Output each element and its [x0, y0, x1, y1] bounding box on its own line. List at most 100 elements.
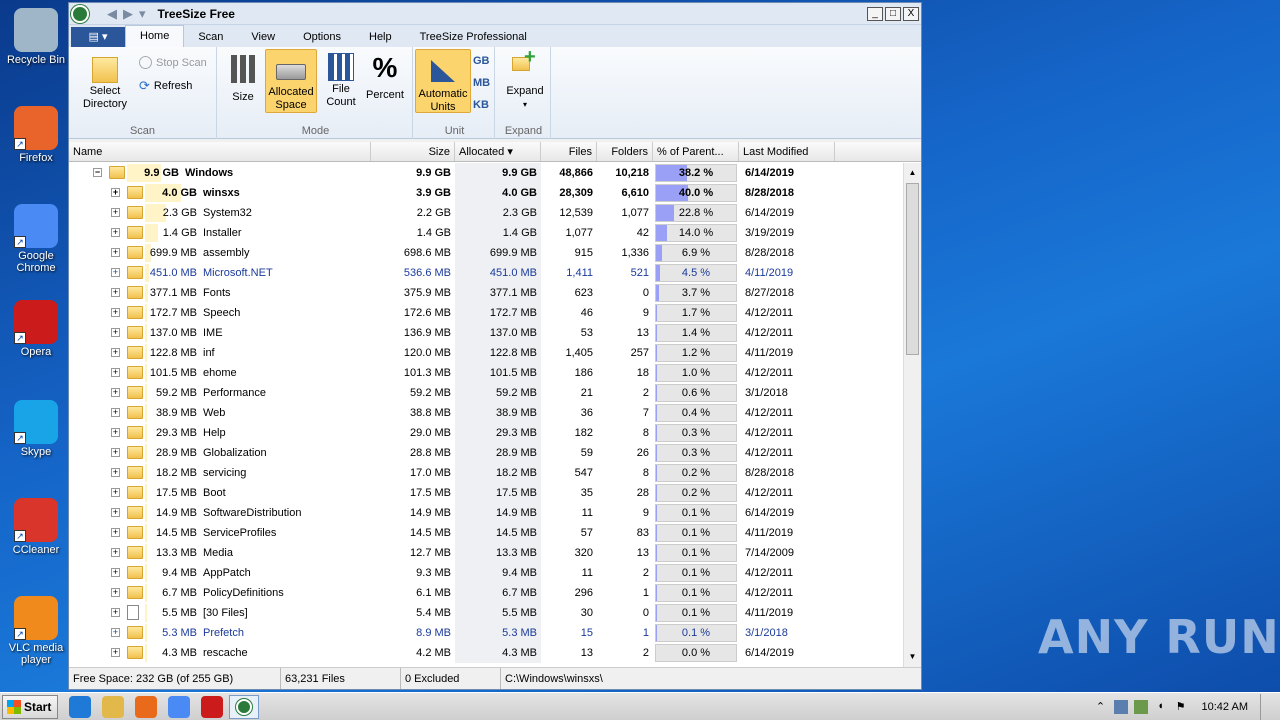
kb-unit-button[interactable]: KB	[473, 99, 489, 111]
flag-icon[interactable]: ⚑	[1174, 700, 1188, 714]
desktop-icon-skype[interactable]: ↗ Skype	[6, 400, 66, 458]
quick-access-arrows-icon[interactable]: ◀▶▾	[107, 6, 152, 22]
expand-icon[interactable]: +	[111, 628, 120, 637]
table-row[interactable]: +5.3 MB Prefetch 8.9 MB 5.3 MB 15 1 0.1 % 3/1/2…	[69, 623, 903, 643]
clock[interactable]: 10:42 AM	[1202, 701, 1248, 713]
tab-view[interactable]: View	[237, 27, 289, 47]
expand-icon[interactable]: +	[111, 448, 120, 457]
expand-icon[interactable]: +	[111, 348, 120, 357]
percent-mode-button[interactable]: % Percent	[363, 53, 407, 102]
automatic-units-button[interactable]: Automatic Units	[415, 49, 471, 113]
table-row[interactable]: +14.9 MB SoftwareDistribution 14.9 MB 14.9 …	[69, 503, 903, 523]
expand-icon[interactable]: +	[111, 428, 120, 437]
expand-icon[interactable]: +	[111, 288, 120, 297]
minimize-button[interactable]: _	[867, 6, 883, 21]
explorer-icon[interactable]	[102, 695, 124, 718]
table-row[interactable]: +6.7 MB PolicyDefinitions 6.1 MB 6.7 MB 296 1…	[69, 583, 903, 603]
table-row[interactable]: +17.5 MB Boot 17.5 MB 17.5 MB 35 28 0.2 % 4/12/…	[69, 483, 903, 503]
show-desktop-button[interactable]	[1260, 693, 1272, 720]
file-menu-button[interactable]: ▤ ▾	[71, 27, 125, 47]
desktop-icon-opera[interactable]: ↗ Opera	[6, 300, 66, 358]
table-row[interactable]: +29.3 MB Help 29.0 MB 29.3 MB 182 8 0.3 % 4/12/…	[69, 423, 903, 443]
show-hidden-icons-icon[interactable]: ⌃	[1094, 700, 1108, 714]
table-row[interactable]: +699.9 MB assembly 698.6 MB 699.9 MB 915 1,33…	[69, 243, 903, 263]
expand-icon[interactable]: +	[111, 208, 120, 217]
expand-icon[interactable]: +	[111, 268, 120, 277]
column-size[interactable]: Size	[371, 142, 455, 161]
expand-icon[interactable]: +	[111, 328, 120, 337]
treesize-app-icon[interactable]	[71, 4, 89, 23]
column-percent-of-parent[interactable]: % of Parent...	[653, 142, 739, 161]
table-row[interactable]: +28.9 MB Globalization 28.8 MB 28.9 MB 59 26 0…	[69, 443, 903, 463]
media-player-icon[interactable]	[135, 695, 157, 718]
maximize-button[interactable]: □	[885, 6, 901, 21]
expand-icon[interactable]: +	[111, 508, 120, 517]
table-row[interactable]: +9.4 MB AppPatch 9.3 MB 9.4 MB 11 2 0.1 % 4/12/…	[69, 563, 903, 583]
table-row[interactable]: +38.9 MB Web 38.8 MB 38.9 MB 36 7 0.4 % 4/12/20…	[69, 403, 903, 423]
scroll-down-icon[interactable]: ▼	[906, 649, 919, 665]
taskbar-treesize-button[interactable]	[229, 694, 259, 719]
expand-icon[interactable]: +	[111, 608, 120, 617]
table-row[interactable]: +122.8 MB inf 120.0 MB 122.8 MB 1,405 257 1.2 …	[69, 343, 903, 363]
expand-icon[interactable]: +	[111, 488, 120, 497]
expand-icon[interactable]: +	[111, 528, 120, 537]
opera-icon[interactable]	[201, 695, 223, 718]
expand-icon[interactable]: +	[111, 228, 120, 237]
scroll-thumb[interactable]	[906, 183, 919, 355]
tab-home[interactable]: Home	[125, 25, 185, 47]
table-row[interactable]: +5.5 MB [30 Files] 5.4 MB 5.5 MB 30 0 0.1 % 4/1…	[69, 603, 903, 623]
table-row[interactable]: +451.0 MB Microsoft.NET 536.6 MB 451.0 MB 1,…	[69, 263, 903, 283]
ie-icon[interactable]	[69, 695, 91, 718]
column-files[interactable]: Files	[541, 142, 597, 161]
mb-unit-button[interactable]: MB	[473, 77, 490, 89]
allocated-space-mode-button[interactable]: Allocated Space	[265, 49, 317, 113]
select-directory-button[interactable]: Select Directory	[75, 53, 135, 111]
scroll-up-icon[interactable]: ▲	[906, 165, 919, 181]
table-row[interactable]: +13.3 MB Media 12.7 MB 13.3 MB 320 13 0.1 % 7/1…	[69, 543, 903, 563]
expand-icon[interactable]: +	[111, 368, 120, 377]
table-row[interactable]: +4.3 MB rescache 4.2 MB 4.3 MB 13 2 0.0 % 6/14/…	[69, 643, 903, 663]
expand-icon[interactable]: +	[111, 408, 120, 417]
column-last-modified[interactable]: Last Modified	[739, 142, 835, 161]
table-row[interactable]: − 9.9 GB Windows 9.9 GB 9.9 GB 48,866 10,218 38…	[69, 163, 903, 183]
table-row[interactable]: +59.2 MB Performance 59.2 MB 59.2 MB 21 2 0.6 …	[69, 383, 903, 403]
expand-icon[interactable]: +	[111, 388, 120, 397]
table-row[interactable]: +137.0 MB IME 136.9 MB 137.0 MB 53 13 1.4 % 4/1…	[69, 323, 903, 343]
volume-icon[interactable]: ◖	[1154, 700, 1168, 714]
expand-icon[interactable]: +	[111, 248, 120, 257]
table-row[interactable]: +14.5 MB ServiceProfiles 14.5 MB 14.5 MB 57 8…	[69, 523, 903, 543]
network-icon[interactable]	[1113, 699, 1128, 714]
table-row[interactable]: +2.3 GB System32 2.2 GB 2.3 GB 12,539 1,077 22…	[69, 203, 903, 223]
expand-icon[interactable]: +	[111, 468, 120, 477]
table-row[interactable]: +101.5 MB ehome 101.3 MB 101.5 MB 186 18 1.0 %…	[69, 363, 903, 383]
expand-icon[interactable]: +	[111, 188, 120, 197]
desktop-icon-google-chrome[interactable]: ↗ Google Chrome	[6, 204, 66, 274]
table-row[interactable]: +4.0 GB winsxs 3.9 GB 4.0 GB 28,309 6,610 40.0…	[69, 183, 903, 203]
desktop-icon-vlc-media-player[interactable]: ↗ VLC media player	[6, 596, 66, 666]
stop-scan-button[interactable]: Stop Scan	[139, 56, 207, 69]
desktop-icon-ccleaner[interactable]: ↗ CCleaner	[6, 498, 66, 556]
column-name[interactable]: Name	[69, 142, 371, 161]
tab-scan[interactable]: Scan	[184, 27, 237, 47]
close-button[interactable]: X	[903, 6, 919, 21]
file-count-mode-button[interactable]: File Count	[321, 53, 361, 109]
expand-icon[interactable]: +	[111, 308, 120, 317]
column-allocated[interactable]: Allocated ▾	[455, 142, 541, 161]
desktop-icon-recycle-bin[interactable]: Recycle Bin	[6, 8, 66, 66]
expand-icon[interactable]: +	[111, 648, 120, 657]
table-row[interactable]: +377.1 MB Fonts 375.9 MB 377.1 MB 623 0 3.7 % 8…	[69, 283, 903, 303]
shield-icon[interactable]	[1133, 699, 1148, 714]
start-button[interactable]: Start	[2, 694, 58, 719]
table-row[interactable]: +18.2 MB servicing 17.0 MB 18.2 MB 547 8 0.2 %…	[69, 463, 903, 483]
expand-icon[interactable]: +	[111, 588, 120, 597]
gb-unit-button[interactable]: GB	[473, 55, 490, 67]
desktop-icon-firefox[interactable]: ↗ Firefox	[6, 106, 66, 164]
vertical-scrollbar[interactable]: ▲ ▼	[903, 163, 921, 667]
expand-button[interactable]: + Expand ▾	[503, 47, 547, 111]
tab-options[interactable]: Options	[289, 27, 355, 47]
tab-help[interactable]: Help	[355, 27, 406, 47]
tab-treesize-professional[interactable]: TreeSize Professional	[406, 27, 541, 47]
expand-icon[interactable]: +	[111, 548, 120, 557]
refresh-button[interactable]: ⟳ Refresh	[139, 78, 192, 94]
size-mode-button[interactable]: Size	[225, 53, 261, 104]
